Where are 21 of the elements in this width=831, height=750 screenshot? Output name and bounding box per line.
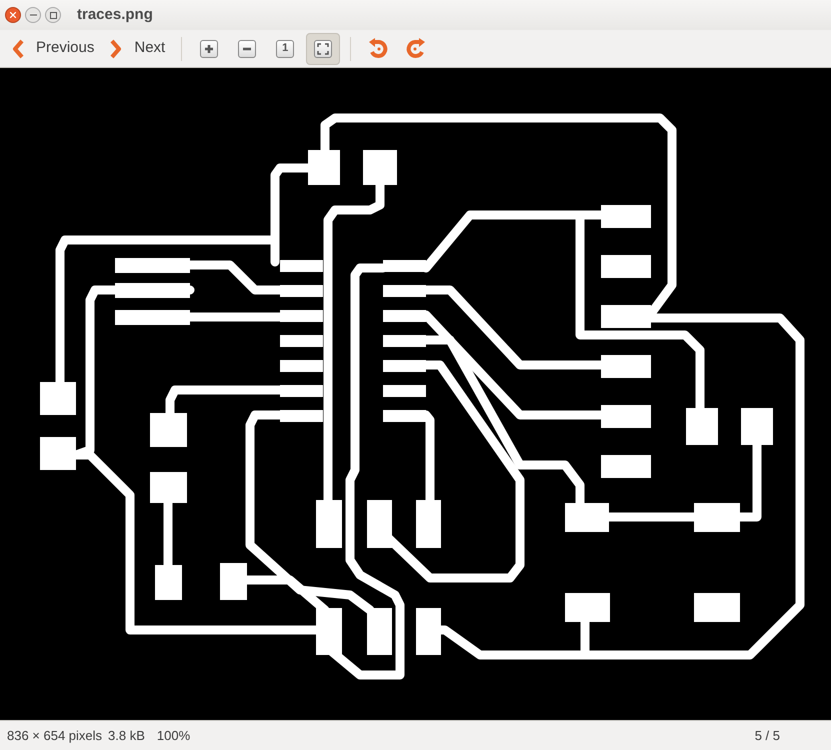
image-dimensions: 836 × 654 pixels	[7, 726, 102, 745]
minimize-button[interactable]	[25, 7, 41, 23]
maximize-button[interactable]	[45, 7, 61, 23]
maximize-icon	[50, 12, 56, 18]
close-icon	[10, 12, 16, 18]
image-position: 5 / 5	[754, 726, 780, 745]
best-fit-button[interactable]	[306, 32, 340, 64]
fit-icon	[317, 42, 330, 54]
plus-icon	[204, 44, 214, 54]
file-size: 3.8 kB	[108, 726, 145, 745]
window-title: traces.png	[77, 4, 153, 25]
minimize-icon	[30, 14, 36, 16]
zoom-level: 100%	[156, 726, 190, 745]
chevron-left-icon	[12, 38, 24, 58]
normal-size-button[interactable]: 1	[268, 32, 302, 64]
rotate-right-icon	[405, 38, 428, 60]
rotate-left-icon	[367, 38, 390, 60]
previous-button[interactable]: Previous	[4, 32, 102, 64]
next-button[interactable]: Next	[102, 32, 174, 64]
chevron-right-icon	[110, 38, 122, 58]
close-button[interactable]	[5, 7, 21, 23]
